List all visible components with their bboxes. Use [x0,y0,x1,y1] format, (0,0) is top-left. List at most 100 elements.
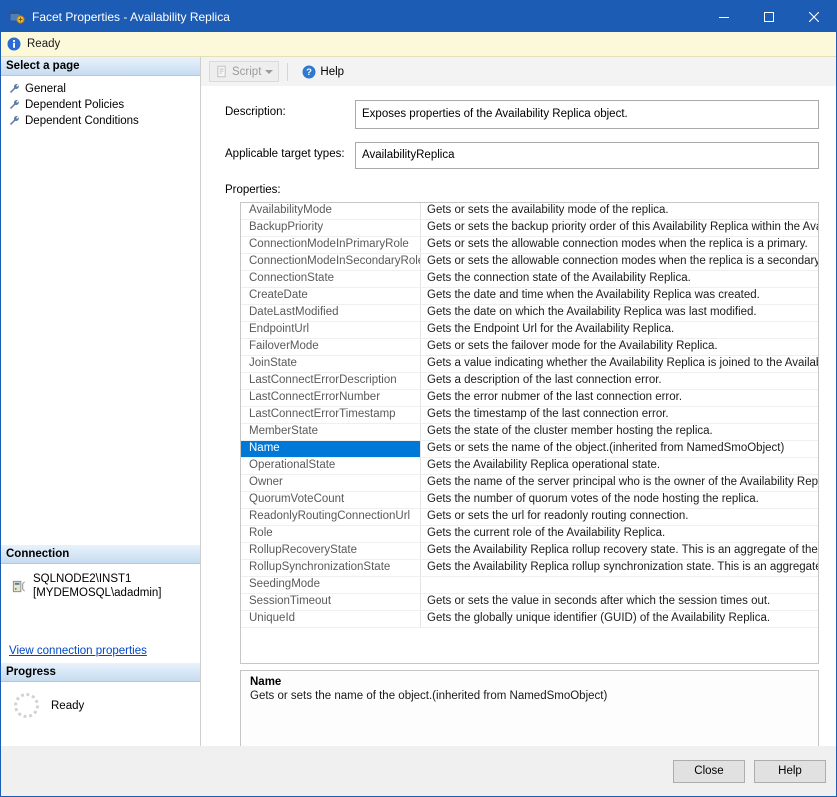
sidebar-item-dependent-policies[interactable]: Dependent Policies [1,97,200,113]
property-row[interactable]: RollupSynchronizationStateGets the Avail… [241,560,818,577]
progress-spinner-icon [14,693,39,718]
property-name[interactable]: ConnectionModeInSecondaryRole [241,254,421,270]
property-detail-panel: Name Gets or sets the name of the object… [240,670,819,746]
help-button[interactable]: Help [754,760,826,783]
property-row[interactable]: AvailabilityModeGets or sets the availab… [241,203,818,220]
close-window-button[interactable] [791,1,836,32]
property-description: Gets the state of the cluster member hos… [421,424,818,440]
property-row[interactable]: LastConnectErrorNumberGets the error nub… [241,390,818,407]
view-connection-properties-link[interactable]: View connection properties [9,645,147,657]
sidebar: Select a page General Dependent Policies [1,57,201,746]
detail-title: Name [250,676,809,688]
property-name[interactable]: Role [241,526,421,542]
property-name[interactable]: EndpointUrl [241,322,421,338]
property-name[interactable]: FailoverMode [241,339,421,355]
property-row[interactable]: FailoverModeGets or sets the failover mo… [241,339,818,356]
properties-grid-body: AvailabilityModeGets or sets the availab… [241,203,818,628]
property-row[interactable]: EndpointUrlGets the Endpoint Url for the… [241,322,818,339]
property-description: Gets the timestamp of the last connectio… [421,407,818,423]
connection-server: SQLNODE2\INST1 [33,572,161,586]
property-row[interactable]: OwnerGets the name of the server princip… [241,475,818,492]
property-name[interactable]: SessionTimeout [241,594,421,610]
property-row[interactable]: JoinStateGets a value indicating whether… [241,356,818,373]
property-name[interactable]: Name [241,441,421,457]
property-name[interactable]: LastConnectErrorNumber [241,390,421,406]
property-row[interactable]: DateLastModifiedGets the date on which t… [241,305,818,322]
property-name[interactable]: RollupSynchronizationState [241,560,421,576]
detail-text: Gets or sets the name of the object.(inh… [250,690,809,702]
svg-text:?: ? [307,67,313,78]
property-row[interactable]: BackupPriorityGets or sets the backup pr… [241,220,818,237]
app-icon [9,9,25,25]
sidebar-item-label: Dependent Policies [25,99,124,111]
toolbar-separator [287,63,288,81]
property-row[interactable]: QuorumVoteCountGets the number of quorum… [241,492,818,509]
sidebar-item-label: Dependent Conditions [25,115,139,127]
toolbar: Script ? Help [201,57,836,86]
property-row[interactable]: OperationalStateGets the Availability Re… [241,458,818,475]
property-description: Gets the Availability Replica operationa… [421,458,818,474]
properties-grid[interactable]: AvailabilityModeGets or sets the availab… [240,202,819,664]
maximize-button[interactable] [746,1,791,32]
description-label: Description: [225,100,355,129]
property-name[interactable]: CreateDate [241,288,421,304]
property-name[interactable]: SeedingMode [241,577,421,593]
property-row[interactable]: MemberStateGets the state of the cluster… [241,424,818,441]
property-description: Gets the date and time when the Availabi… [421,288,818,304]
property-name[interactable]: LastConnectErrorTimestamp [241,407,421,423]
wrench-icon [8,99,20,111]
property-row[interactable]: RoleGets the current role of the Availab… [241,526,818,543]
property-name[interactable]: ReadonlyRoutingConnectionUrl [241,509,421,525]
facet-properties-window: Facet Properties - Availability Replica … [0,0,837,797]
sidebar-item-dependent-conditions[interactable]: Dependent Conditions [1,113,200,129]
info-icon [7,37,21,51]
property-description: Gets or sets the backup priority order o… [421,220,818,236]
close-button[interactable]: Close [673,760,745,783]
chevron-down-icon [265,70,273,78]
status-text: Ready [27,38,60,50]
window-controls [701,1,836,32]
property-row[interactable]: NameGets or sets the name of the object.… [241,441,818,458]
property-name[interactable]: UniqueId [241,611,421,627]
select-a-page-header: Select a page [1,57,200,76]
property-row[interactable]: RollupRecoveryStateGets the Availability… [241,543,818,560]
property-name[interactable]: DateLastModified [241,305,421,321]
property-row[interactable]: ReadonlyRoutingConnectionUrlGets or sets… [241,509,818,526]
property-row[interactable]: SessionTimeoutGets or sets the value in … [241,594,818,611]
wrench-icon [8,83,20,95]
status-strip: Ready [1,32,836,57]
footer: Close Help [1,746,836,796]
sidebar-item-general[interactable]: General [1,81,200,97]
property-row[interactable]: LastConnectErrorTimestampGets the timest… [241,407,818,424]
property-row[interactable]: ConnectionStateGets the connection state… [241,271,818,288]
property-row[interactable]: SeedingMode [241,577,818,594]
property-name[interactable]: RollupRecoveryState [241,543,421,559]
property-description: Gets or sets the url for readonly routin… [421,509,818,525]
property-row[interactable]: LastConnectErrorDescriptionGets a descri… [241,373,818,390]
help-icon: ? [302,65,316,79]
property-row[interactable]: UniqueIdGets the globally unique identif… [241,611,818,628]
property-name[interactable]: AvailabilityMode [241,203,421,219]
property-name[interactable]: LastConnectErrorDescription [241,373,421,389]
help-toolbar-button[interactable]: ? Help [296,61,350,83]
property-name[interactable]: JoinState [241,356,421,372]
minimize-button[interactable] [701,1,746,32]
property-name[interactable]: QuorumVoteCount [241,492,421,508]
property-name[interactable]: Owner [241,475,421,491]
property-description: Gets or sets the allowable connection mo… [421,237,818,253]
property-row[interactable]: ConnectionModeInPrimaryRoleGets or sets … [241,237,818,254]
property-description: Gets the Availability Replica rollup syn… [421,560,818,576]
target-types-field[interactable]: AvailabilityReplica [355,142,819,169]
progress-status: Ready [1,682,200,718]
property-name[interactable]: OperationalState [241,458,421,474]
property-description: Gets a value indicating whether the Avai… [421,356,818,372]
property-name[interactable]: ConnectionState [241,271,421,287]
property-row[interactable]: CreateDateGets the date and time when th… [241,288,818,305]
page-tree: General Dependent Policies Dependent Con… [1,76,200,129]
description-field[interactable]: Exposes properties of the Availability R… [355,100,819,129]
script-button: Script [209,61,279,82]
property-name[interactable]: ConnectionModeInPrimaryRole [241,237,421,253]
property-row[interactable]: ConnectionModeInSecondaryRoleGets or set… [241,254,818,271]
property-name[interactable]: BackupPriority [241,220,421,236]
property-name[interactable]: MemberState [241,424,421,440]
